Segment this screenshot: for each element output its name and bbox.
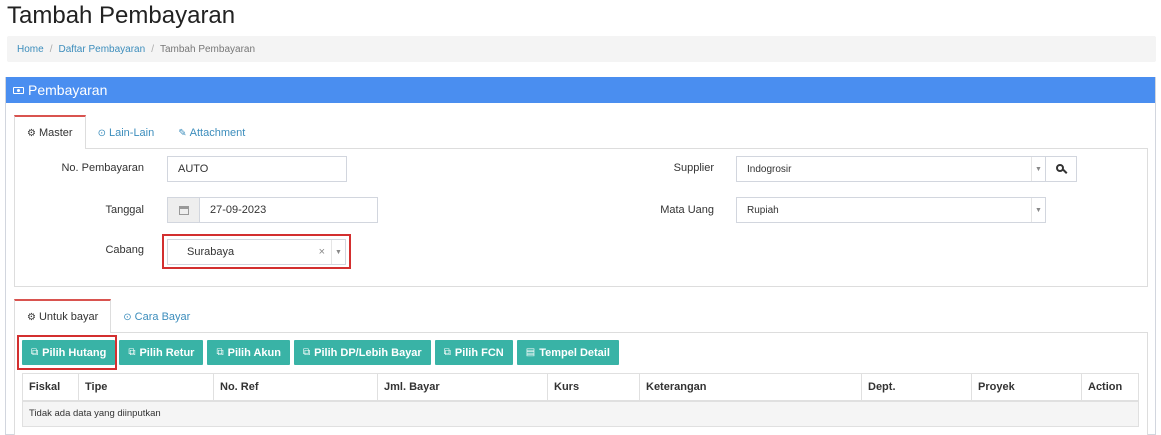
copy-icon: ⧉ — [128, 347, 136, 358]
detail-table: Fiskal Tipe No. Ref Jml. Bayar Kurs Kete… — [22, 373, 1139, 427]
detail-tabs: ⚙ Untuk bayar ⊙ Cara Bayar — [14, 299, 202, 333]
detail-button-row: ⧉ Pilih Hutang ⧉ Pilih Retur ⧉ Pilih Aku… — [22, 340, 619, 365]
pilih-retur-button[interactable]: ⧉ Pilih Retur — [119, 340, 204, 365]
tanggal-label: Tanggal — [105, 204, 144, 216]
column-header-fiskal[interactable]: Fiskal — [22, 373, 79, 402]
no-pembayaran-label: No. Pembayaran — [61, 162, 144, 174]
paste-icon: ▤ — [525, 347, 536, 358]
chevron-down-icon[interactable]: ▼ — [1031, 198, 1045, 222]
no-pembayaran-input[interactable]: AUTO — [167, 156, 347, 182]
cabang-select[interactable]: Surabaya × ▼ — [167, 239, 346, 265]
column-header-tipe[interactable]: Tipe — [78, 373, 214, 402]
column-header-keterangan[interactable]: Keterangan — [639, 373, 862, 402]
supplier-search-button[interactable] — [1045, 156, 1077, 182]
table-row: Tidak ada data yang diinputkan — [22, 400, 1139, 427]
clear-icon[interactable]: × — [319, 246, 325, 258]
cogs-icon: ⚙ — [27, 127, 36, 139]
tab-cara-bayar[interactable]: ⊙ Cara Bayar — [111, 301, 202, 333]
calendar-addon[interactable] — [168, 198, 200, 222]
tab-lain-lain[interactable]: ⊙ Lain-Lain — [86, 117, 167, 149]
column-header-action[interactable]: Action — [1081, 373, 1139, 402]
chevron-down-icon[interactable]: ▼ — [1031, 157, 1045, 181]
mata-uang-select[interactable]: Rupiah ▼ — [736, 197, 1046, 223]
copy-icon: ⧉ — [302, 347, 311, 358]
breadcrumb-daftar-pembayaran[interactable]: Daftar Pembayaran — [58, 44, 145, 55]
pilih-hutang-button[interactable]: ⧉ Pilih Hutang — [22, 340, 116, 365]
copy-icon: ⧉ — [216, 347, 224, 358]
panel-title: Pembayaran — [28, 82, 108, 98]
panel-header: Pembayaran — [6, 77, 1155, 103]
search-icon — [1056, 164, 1064, 172]
supplier-select[interactable]: Indogrosir ▼ — [736, 156, 1046, 182]
copy-icon: ⧉ — [31, 347, 39, 358]
column-header-kurs[interactable]: Kurs — [547, 373, 640, 402]
tab-master[interactable]: ⚙ Master — [14, 115, 86, 149]
breadcrumb: Home / Daftar Pembayaran / Tambah Pembay… — [7, 36, 1156, 62]
breadcrumb-separator: / — [151, 43, 154, 55]
copy-icon: ⧉ — [443, 347, 451, 358]
cabang-label: Cabang — [105, 244, 144, 256]
tab-attachment[interactable]: ✎ Attachment — [166, 117, 257, 149]
mata-uang-label: Mata Uang — [660, 204, 714, 216]
calendar-icon — [178, 205, 189, 215]
pilih-fcn-button[interactable]: ⧉ Pilih FCN — [434, 340, 513, 365]
empty-table-message: Tidak ada data yang diinputkan — [22, 400, 1139, 427]
chevron-down-icon[interactable]: ▼ — [331, 240, 345, 264]
pilih-akun-button[interactable]: ⧉ Pilih Akun — [207, 340, 290, 365]
column-header-dept[interactable]: Dept. — [861, 373, 972, 402]
tempel-detail-button[interactable]: ▤ Tempel Detail — [516, 340, 619, 365]
pilih-dp-lebih-bayar-button[interactable]: ⧉ Pilih DP/Lebih Bayar — [293, 340, 431, 365]
table-header-row: Fiskal Tipe No. Ref Jml. Bayar Kurs Kete… — [22, 373, 1139, 402]
paperclip-icon: ✎ — [178, 127, 187, 139]
tanggal-input[interactable]: 27-09-2023 — [167, 197, 378, 223]
tab-untuk-bayar[interactable]: ⚙ Untuk bayar — [14, 299, 112, 333]
breadcrumb-separator: / — [49, 43, 53, 55]
page-title: Tambah Pembayaran — [7, 2, 236, 29]
column-header-no-ref[interactable]: No. Ref — [213, 373, 378, 402]
money-icon — [13, 86, 24, 94]
check-circle-icon: ⊙ — [123, 311, 132, 323]
supplier-label: Supplier — [673, 162, 714, 174]
cogs-icon: ⚙ — [27, 311, 36, 323]
master-tabs: ⚙ Master ⊙ Lain-Lain ✎ Attachment — [14, 115, 257, 149]
column-header-jml-bayar[interactable]: Jml. Bayar — [377, 373, 548, 402]
breadcrumb-current: Tambah Pembayaran — [159, 43, 256, 55]
breadcrumb-home[interactable]: Home — [17, 44, 44, 55]
column-header-proyek[interactable]: Proyek — [971, 373, 1082, 402]
master-tab-body: No. Pembayaran AUTO Tanggal 27-09-2023 C… — [14, 148, 1148, 287]
check-circle-icon: ⊙ — [97, 127, 106, 139]
